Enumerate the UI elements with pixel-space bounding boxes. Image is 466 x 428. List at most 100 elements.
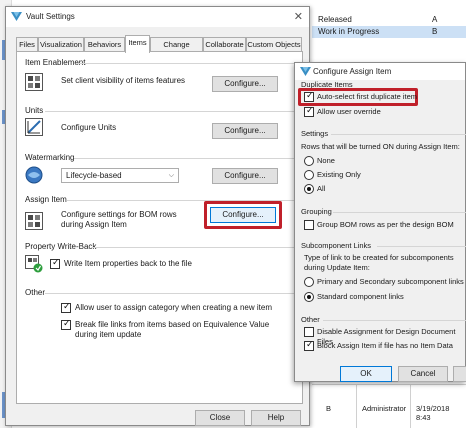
watermarking-dropdown[interactable]: Lifecycle-based ⌵ (61, 168, 179, 183)
tab-files[interactable]: Files (16, 37, 38, 52)
units-heading: Units (25, 106, 44, 115)
radio-selected-dot (307, 295, 311, 299)
checkmark-icon: ✓ (63, 318, 71, 328)
write-back-label: Write Item properties back to the file (64, 259, 192, 268)
watermark-globe-icon (25, 166, 43, 184)
write-back-checkbox[interactable]: ✓ (50, 257, 60, 269)
auto-select-label: Auto-select first duplicate item (317, 92, 418, 101)
background-table: Released A Work in Progress B (312, 14, 466, 38)
property-write-back-heading: Property Write-Back (25, 242, 97, 251)
watermarking-configure-button[interactable]: Configure... (212, 168, 278, 184)
row-state-name: Released (318, 15, 352, 24)
row-state-code: B (432, 27, 438, 36)
configure-assign-item-titlebar[interactable]: Configure Assign Item (295, 63, 465, 80)
break-file-links-checkbox[interactable]: ✓ (61, 318, 71, 330)
background-column-divider (356, 384, 357, 428)
radio-all[interactable] (304, 184, 314, 194)
group-separator (377, 246, 466, 247)
item-enablement-text: Set client visibility of items features (61, 76, 186, 85)
radio-selected-dot (307, 187, 311, 191)
group-separator (333, 212, 466, 213)
dialog-title: Vault Settings (26, 12, 75, 21)
dialog-title: Configure Assign Item (313, 67, 392, 76)
assign-item-grid-icon (25, 212, 43, 230)
units-ruler-icon (25, 118, 43, 136)
tab-items[interactable]: Items (125, 35, 150, 53)
auto-select-checkbox[interactable]: ✓ (304, 90, 314, 102)
bottom-row-user: Administrator (362, 404, 407, 413)
configure-assign-item-dialog: Configure Assign Item Duplicate Items ✓ … (294, 62, 466, 382)
tab-behaviors[interactable]: Behaviors (84, 37, 125, 52)
radio-primary-secondary-label: Primary and Secondary subcomponent links (317, 277, 464, 286)
radio-none-label: None (317, 156, 335, 165)
radio-standard-component-label: Standard component links (317, 292, 404, 301)
units-text: Configure Units (61, 123, 117, 132)
watermarking-dropdown-value: Lifecycle-based (66, 171, 122, 180)
radio-existing-only[interactable] (304, 170, 314, 180)
group-separator (77, 63, 295, 64)
ok-button[interactable]: OK (340, 366, 392, 382)
block-assign-item-label: Block Assign Item if file has no Item Da… (317, 341, 453, 350)
radio-all-label: All (317, 184, 326, 193)
other-heading: Other (25, 288, 46, 297)
other-heading: Other (301, 315, 320, 324)
assign-category-label: Allow user to assign category when creat… (75, 303, 272, 312)
group-separator (331, 134, 466, 135)
vault-logo-icon (11, 12, 22, 21)
cancel-button[interactable]: Cancel (398, 366, 448, 382)
vault-settings-dialog: Vault Settings ✕ Files Visualization Beh… (5, 6, 310, 426)
group-separator (45, 293, 295, 294)
close-icon[interactable]: ✕ (294, 10, 303, 23)
bottom-row-date: 3/19/2018 8:43 (416, 404, 450, 422)
checkmark-icon: ✓ (63, 301, 71, 311)
background-column-divider (410, 384, 411, 428)
settings-question: Rows that will be turned ON during Assig… (301, 142, 460, 151)
assign-item-heading: Assign Item (25, 195, 67, 204)
group-separator (91, 247, 295, 248)
group-separator (323, 320, 466, 321)
allow-user-override-label: Allow user override (317, 107, 381, 116)
block-assign-item-checkbox[interactable]: ✓ (304, 339, 314, 351)
extra-button-partial[interactable] (453, 366, 466, 382)
tab-change-orders[interactable]: Change Orders (150, 37, 203, 63)
vault-logo-icon (300, 67, 311, 76)
radio-existing-only-label: Existing Only (317, 170, 361, 179)
group-bom-rows-label: Group BOM rows as per the design BOM (317, 220, 454, 229)
background-table-row[interactable]: Released A (312, 14, 466, 26)
radio-none[interactable] (304, 156, 314, 166)
tab-visualization[interactable]: Visualization (38, 37, 84, 52)
write-back-icon (25, 255, 43, 273)
item-enablement-configure-button[interactable]: Configure... (212, 76, 278, 92)
units-configure-button[interactable]: Configure... (212, 123, 278, 139)
help-button[interactable]: Help (251, 410, 301, 426)
tab-collaborate[interactable]: Collaborate (203, 37, 246, 52)
background-table-row-selected[interactable]: Work in Progress B (312, 26, 466, 38)
checkmark-icon: ✓ (52, 257, 60, 267)
row-state-name: Work in Progress (318, 27, 380, 36)
break-file-links-label: Break file links from items based on Equ… (75, 320, 270, 339)
vault-settings-titlebar[interactable]: Vault Settings ✕ (6, 7, 309, 27)
items-tab-panel: Item Enablement Set client visibility of… (16, 51, 303, 404)
subcomponent-links-heading: Subcomponent Links (301, 241, 372, 250)
assign-item-configure-button[interactable]: Configure... (210, 207, 276, 223)
assign-category-checkbox[interactable]: ✓ (61, 301, 71, 313)
radio-standard-component[interactable] (304, 292, 314, 302)
radio-primary-secondary[interactable] (304, 277, 314, 287)
checkmark-icon: ✓ (306, 339, 314, 349)
group-separator (45, 111, 295, 112)
chevron-down-icon: ⌵ (168, 172, 174, 179)
item-grid-icon (25, 73, 43, 91)
assign-item-text: Configure settings for BOM rows during A… (61, 210, 177, 229)
checkmark-icon: ✓ (306, 90, 314, 100)
watermarking-heading: Watermarking (25, 153, 75, 162)
allow-user-override-checkbox[interactable]: ✓ (304, 105, 314, 117)
background-bottom-row[interactable]: B Administrator 3/19/2018 8:43 (312, 384, 466, 428)
grouping-heading: Grouping (301, 207, 332, 216)
subcomponent-links-question: Type of link to be created for subcompon… (304, 253, 454, 272)
group-bom-rows-checkbox[interactable] (304, 220, 314, 230)
close-button[interactable]: Close (195, 410, 245, 426)
tab-custom-objects[interactable]: Custom Objects (246, 37, 302, 52)
group-separator (74, 158, 295, 159)
disable-assignment-checkbox[interactable] (304, 327, 314, 337)
checkmark-icon: ✓ (306, 105, 314, 115)
